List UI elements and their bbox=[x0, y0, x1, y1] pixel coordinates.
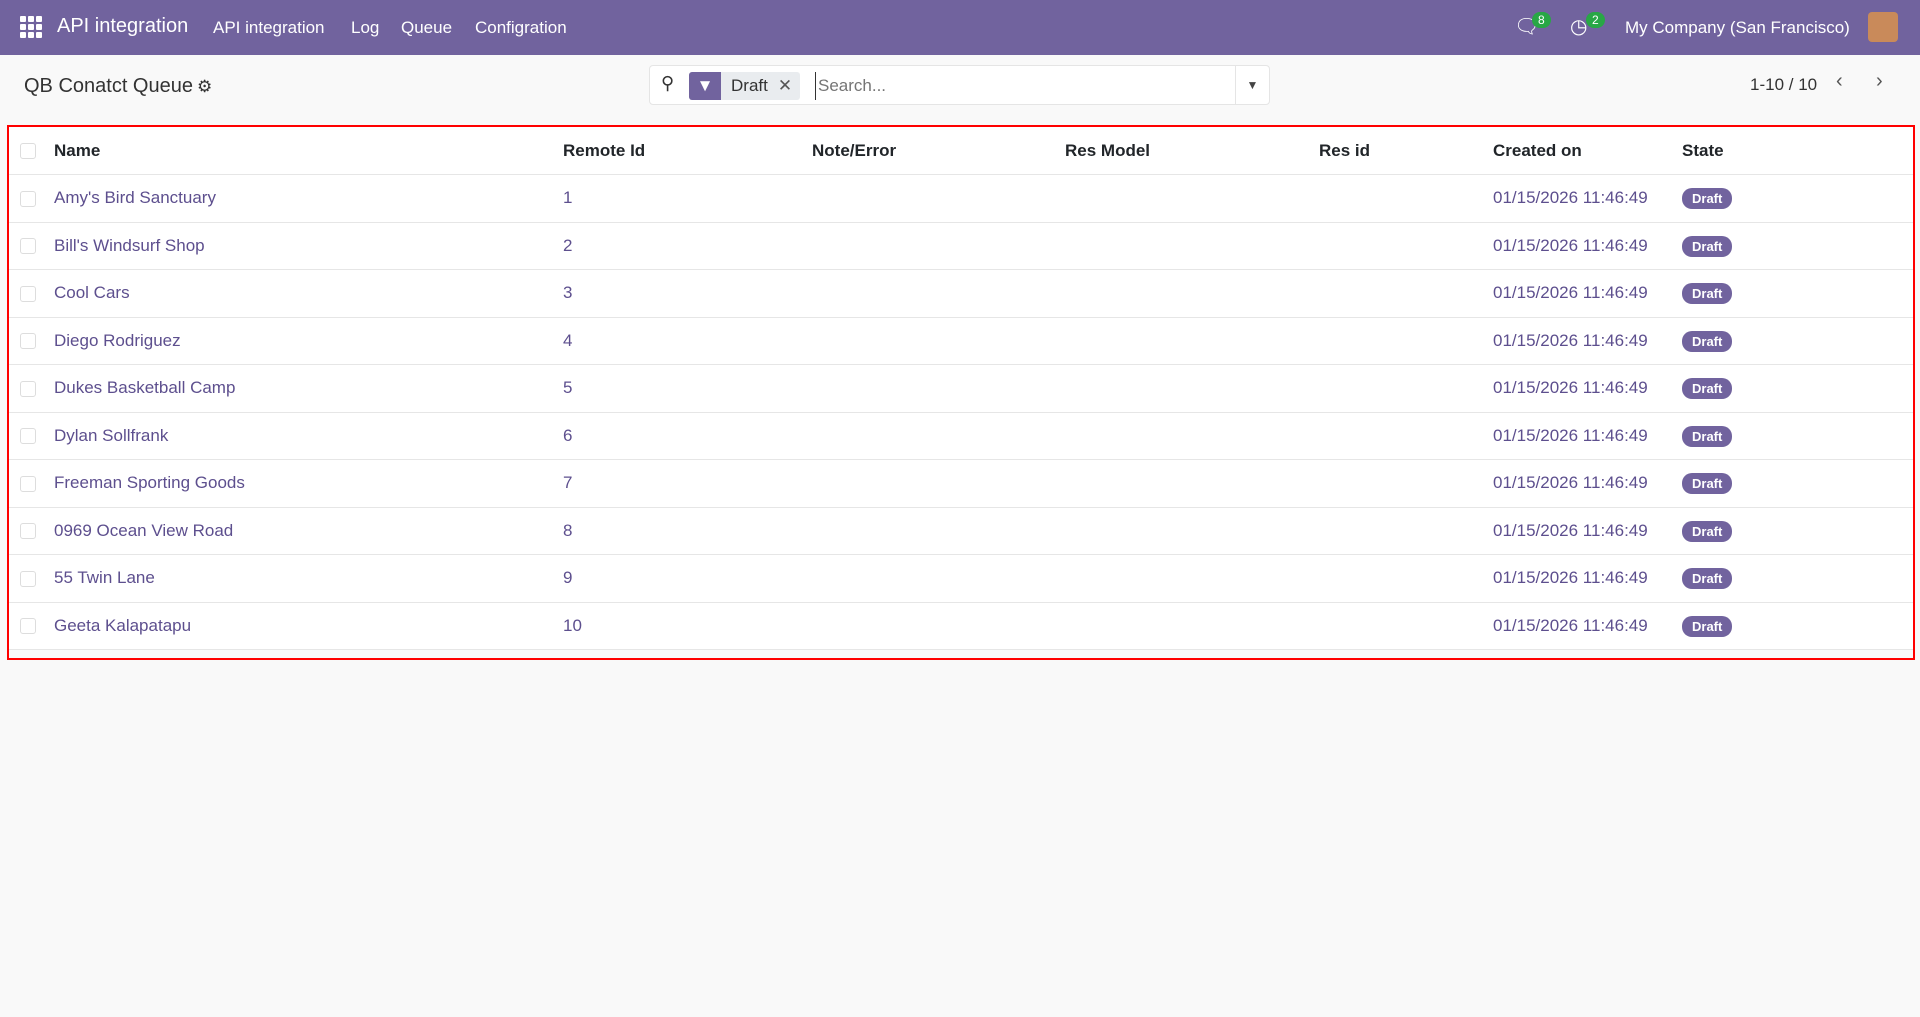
pager-value[interactable]: 1-10 / 10 bbox=[1750, 75, 1817, 95]
filter-facet-label: Draft bbox=[731, 76, 768, 95]
highlight-frame bbox=[7, 125, 1915, 660]
menu-log[interactable]: Log bbox=[351, 18, 379, 38]
menu-configration[interactable]: Configration bbox=[475, 18, 567, 38]
app-brand[interactable]: API integration bbox=[57, 15, 188, 38]
gear-icon[interactable]: ⚙ bbox=[197, 77, 212, 96]
top-navbar: API integration API integration Log Queu… bbox=[0, 0, 1920, 55]
filter-icon: ▼ bbox=[689, 72, 721, 100]
messages-badge: 8 bbox=[1532, 12, 1551, 28]
search-icon[interactable]: ⚲ bbox=[661, 73, 674, 94]
menu-queue[interactable]: Queue bbox=[401, 18, 452, 38]
pager-previous-icon[interactable]: ‹ bbox=[1836, 70, 1843, 93]
user-avatar[interactable] bbox=[1868, 12, 1898, 42]
pager-next-icon[interactable]: › bbox=[1876, 70, 1883, 93]
activities-clock-icon[interactable]: ◷ bbox=[1570, 14, 1587, 39]
search-input[interactable] bbox=[815, 72, 1215, 100]
search-bar: ⚲ ▼ Draft ✕ ▼ bbox=[649, 65, 1270, 105]
apps-menu-icon[interactable] bbox=[20, 16, 42, 38]
search-options-dropdown-icon[interactable]: ▼ bbox=[1235, 66, 1269, 104]
activities-badge: 2 bbox=[1586, 12, 1605, 28]
page-title-text: QB Conatct Queue bbox=[24, 75, 193, 97]
company-switcher[interactable]: My Company (San Francisco) bbox=[1625, 18, 1850, 38]
filter-facet: ▼ Draft ✕ bbox=[689, 72, 801, 100]
remove-facet-icon[interactable]: ✕ bbox=[778, 72, 800, 100]
page-title: QB Conatct Queue ⚙ bbox=[24, 75, 212, 98]
menu-api-integration[interactable]: API integration bbox=[213, 18, 325, 38]
